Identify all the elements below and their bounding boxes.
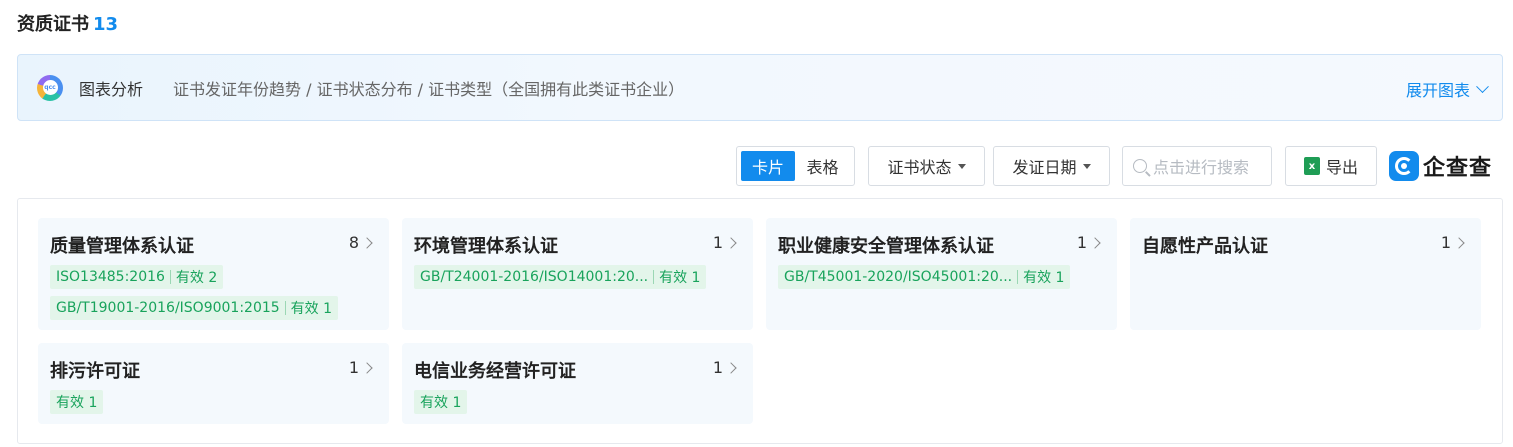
expand-chart-button[interactable]: 展开图表 — [1405, 77, 1489, 101]
certificate-tag: GB/T45001-2020/ISO45001:20... 有效 1 — [778, 265, 1071, 289]
card-count-value: 1 — [1076, 233, 1087, 252]
certificate-card[interactable]: 电信业务经营许可证 1 有效 1 — [402, 343, 753, 424]
card-count-value: 1 — [348, 358, 359, 377]
certificate-card[interactable]: 自愿性产品认证 1 — [1130, 218, 1481, 330]
chevron-right-icon — [361, 361, 373, 374]
view-card-button[interactable]: 卡片 — [741, 151, 796, 181]
card-count[interactable]: 1 — [348, 358, 373, 377]
card-count[interactable]: 1 — [712, 358, 737, 377]
tag-status: 有效 2 — [175, 270, 218, 286]
chevron-right-icon — [1089, 236, 1101, 249]
certificate-card[interactable]: 环境管理体系认证 1 GB/T24001-2016/ISO14001:20...… — [402, 218, 753, 330]
chevron-right-icon — [361, 236, 373, 249]
export-button[interactable]: x 导出 — [1285, 146, 1377, 186]
tag-status: 有效 1 — [1023, 270, 1065, 286]
chevron-down-icon — [1476, 79, 1489, 93]
card-title: 职业健康安全管理体系认证 — [778, 236, 994, 257]
section-count: 13 — [93, 14, 119, 35]
card-title: 质量管理体系认证 — [50, 236, 194, 257]
card-count[interactable]: 1 — [712, 233, 737, 252]
chevron-right-icon — [1453, 236, 1465, 249]
tag-code: ISO13485:2016 — [56, 269, 165, 285]
certificate-tag: GB/T19001-2016/ISO9001:2015 有效 1 — [50, 296, 339, 320]
qichacha-logo: 企查查 — [1389, 150, 1492, 182]
section-title: 资质证书 13 — [17, 10, 118, 36]
caret-down-icon — [957, 163, 966, 169]
issue-date-filter-dropdown[interactable]: 发证日期 — [993, 146, 1110, 186]
search-placeholder: 点击进行搜索 — [1153, 158, 1250, 177]
expand-chart-label: 展开图表 — [1405, 81, 1470, 100]
card-count-value: 8 — [348, 233, 359, 252]
search-icon — [1133, 159, 1147, 173]
chart-analysis-description: 证书发证年份趋势 / 证书状态分布 / 证书类型（全国拥有此类证书企业） — [173, 79, 685, 99]
export-label: 导出 — [1325, 158, 1358, 177]
tag-status: 有效 1 — [56, 395, 98, 411]
certificate-tag: GB/T24001-2016/ISO14001:20... 有效 1 — [414, 265, 707, 289]
tag-status: 有效 1 — [420, 395, 462, 411]
issue-date-filter-label: 发证日期 — [1012, 158, 1077, 177]
section-title-text: 资质证书 — [17, 14, 89, 35]
tag-code: GB/T24001-2016/ISO14001:20... — [420, 269, 649, 285]
card-title: 环境管理体系认证 — [414, 236, 558, 257]
excel-icon: x — [1303, 157, 1320, 175]
card-count-value: 1 — [712, 358, 723, 377]
tag-code: GB/T45001-2020/ISO45001:20... — [784, 269, 1013, 285]
card-title: 排污许可证 — [50, 361, 140, 382]
card-title: 自愿性产品认证 — [1142, 236, 1268, 257]
brand-text: 企查查 — [1423, 156, 1493, 181]
tag-status: 有效 1 — [290, 301, 333, 317]
card-count-value: 1 — [1440, 233, 1451, 252]
chart-analysis-banner: qcc 图表分析 证书发证年份趋势 / 证书状态分布 / 证书类型（全国拥有此类… — [17, 54, 1503, 121]
certificate-card[interactable]: 质量管理体系认证 8 ISO13485:2016 有效 2 GB/T19001-2… — [38, 218, 389, 330]
certificate-card[interactable]: 排污许可证 1 有效 1 — [38, 343, 389, 424]
status-filter-dropdown[interactable]: 证书状态 — [868, 146, 985, 186]
tag-status: 有效 1 — [659, 270, 701, 286]
card-title: 电信业务经营许可证 — [414, 361, 576, 382]
chevron-right-icon — [725, 361, 737, 374]
card-count[interactable]: 1 — [1076, 233, 1101, 252]
chevron-right-icon — [725, 236, 737, 249]
caret-down-icon — [1082, 163, 1091, 169]
view-toggle: 卡片 表格 — [736, 146, 855, 186]
status-filter-label: 证书状态 — [887, 158, 952, 177]
certificate-tag: 有效 1 — [414, 390, 468, 414]
view-table-button[interactable]: 表格 — [795, 151, 850, 181]
card-count[interactable]: 1 — [1440, 233, 1465, 252]
pie-chart-logo-icon: qcc — [37, 74, 63, 101]
card-count-value: 1 — [712, 233, 723, 252]
chart-analysis-label: 图表分析 — [79, 79, 144, 99]
certificate-card[interactable]: 职业健康安全管理体系认证 1 GB/T45001-2020/ISO45001:2… — [766, 218, 1117, 330]
card-count[interactable]: 8 — [348, 233, 373, 252]
certificate-tag: ISO13485:2016 有效 2 — [50, 265, 224, 289]
qichacha-logo-icon — [1389, 151, 1419, 181]
tag-code: GB/T19001-2016/ISO9001:2015 — [56, 300, 280, 316]
search-input[interactable]: 点击进行搜索 — [1122, 146, 1272, 186]
certificate-tag: 有效 1 — [50, 390, 104, 414]
